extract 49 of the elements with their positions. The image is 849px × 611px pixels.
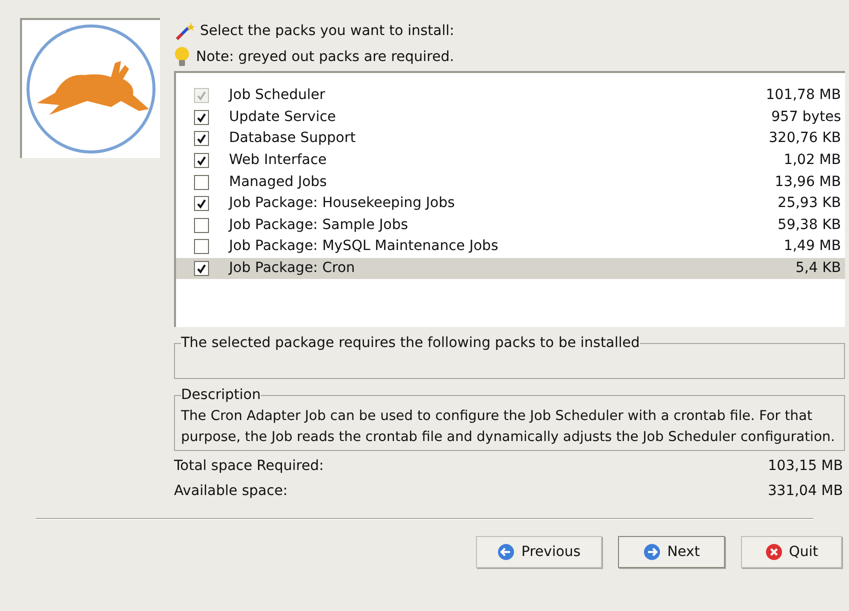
pack-name: Job Package: Housekeeping Jobs [229,194,456,214]
pack-row[interactable]: Job Package: Sample Jobs 59,38 KB [176,214,845,236]
pack-size: 320,76 KB [768,129,841,148]
space-value: 331,04 MB [768,482,843,501]
close-icon [764,543,783,561]
pack-row[interactable]: Web Interface 1,02 MB [176,150,845,172]
pack-size: 13,96 MB [774,172,841,192]
pack-size: 1,02 MB [784,151,841,170]
pack-size: 101,78 MB [766,86,841,106]
description-text: The Cron Adapter Job can be used to configure the Job Scheduler with a crontab file. For that purpose, the Job reads the crontab file and dynamically adjusts the Job Scheduler configuration. [181,407,836,447]
space-label: Total space Required: [174,457,324,476]
instruction-text: Select the packs you want to install: [200,22,454,40]
checkbox[interactable] [194,110,209,125]
checkbox[interactable] [194,153,209,168]
pack-row[interactable]: Job Package: Housekeeping Jobs 25,93 KB [176,192,845,215]
pack-row[interactable]: Database Support 320,76 KB [176,128,845,150]
next-button[interactable]: Next [618,536,725,568]
checkbox[interactable] [194,261,209,276]
pack-size: 25,93 KB [778,194,841,214]
pack-size: 59,38 KB [778,216,841,235]
pack-row[interactable]: Job Package: MySQL Maintenance Jobs 1,49 MB [176,236,845,258]
pack-name: Job Package: MySQL Maintenance Jobs [229,237,500,256]
pack-name: Job Scheduler [229,86,326,106]
checkbox[interactable] [194,196,209,212]
checkbox[interactable] [194,218,209,233]
pack-name: Managed Jobs [229,172,328,192]
space-label: Available space: [174,482,288,501]
checkbox[interactable] [194,174,209,190]
space-value: 103,15 MB [768,457,843,476]
pack-size: 5,4 KB [796,259,841,278]
group-title: Description [181,386,261,405]
group-title: The selected package requires the following packs to be installed [181,334,640,353]
pack-name: Database Support [229,129,357,148]
pack-row[interactable]: Update Service 957 bytes [176,106,845,128]
pack-size: 1,49 MB [784,237,841,256]
pack-name: Update Service [229,108,337,127]
light-bulb-icon [174,46,190,68]
quit-button[interactable]: Quit [741,536,842,568]
pack-name: Job Package: Sample Jobs [229,216,410,235]
pack-row[interactable]: Job Package: Cron 5,4 KB [176,258,845,280]
pack-row[interactable]: Managed Jobs 13,96 MB [176,171,845,193]
magic-wand-icon [174,20,196,42]
checkbox[interactable] [194,239,209,254]
previous-button[interactable]: Previous [476,536,602,568]
pack-name: Job Package: Cron [229,259,356,278]
checkbox[interactable] [194,131,209,146]
pack-name: Web Interface [229,151,328,170]
pack-size: 957 bytes [771,108,841,127]
note-text: Note: greyed out packs are required. [196,48,454,66]
